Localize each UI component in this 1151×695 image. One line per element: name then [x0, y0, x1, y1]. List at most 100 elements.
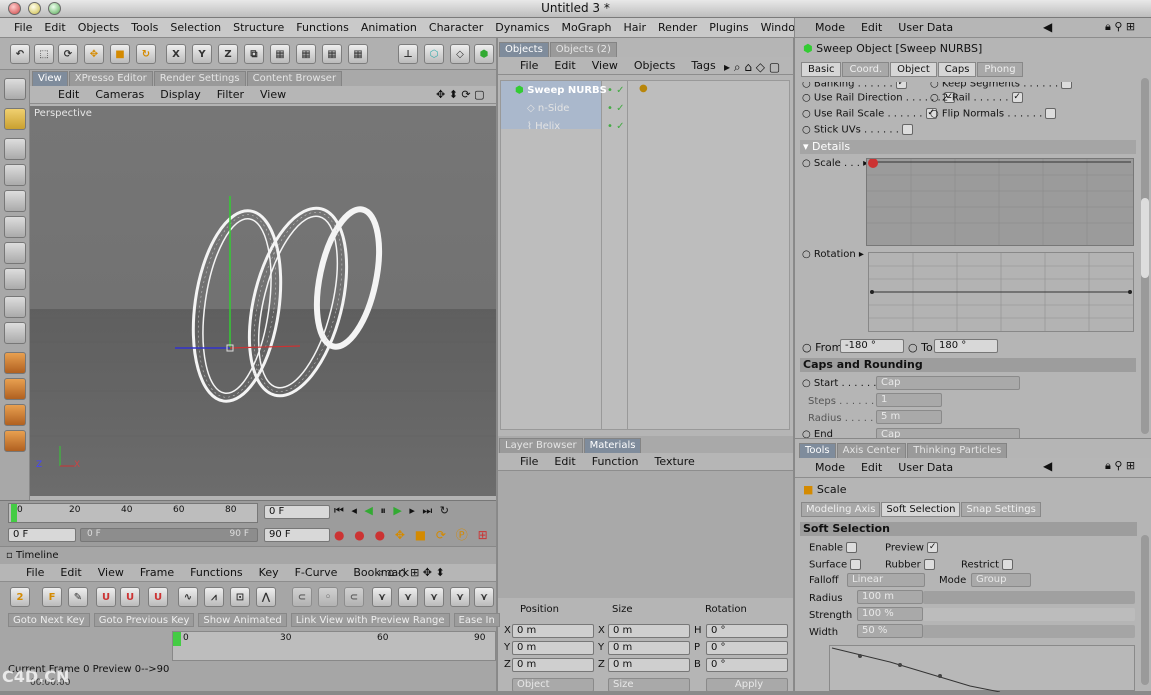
sculpt-icon[interactable]: [4, 430, 26, 452]
record-controls[interactable]: ● ● ● ✥ ■ ⟳ Ⓟ ⊞: [334, 526, 491, 543]
y-axis-icon[interactable]: Y: [192, 44, 212, 64]
menu-item-edit[interactable]: Edit: [853, 21, 890, 34]
end-frame-field[interactable]: 90 F: [264, 528, 330, 542]
move-tool-icon[interactable]: ✥: [84, 44, 104, 64]
tab-objects[interactable]: Objects: [499, 42, 549, 57]
menu-item-user-data[interactable]: User Data: [890, 21, 961, 34]
object-item-nside[interactable]: ◇ n-Side: [527, 103, 569, 114]
menu-item-objects[interactable]: Objects: [626, 59, 684, 72]
coord-field[interactable]: 0 m: [512, 624, 594, 638]
timeline-btn-ease-in[interactable]: Ease In: [453, 613, 500, 627]
check-use-rail-scale[interactable]: ○ Use Rail Scale . . . . . . ✓: [802, 108, 937, 120]
attr-scrollbar[interactable]: [1141, 78, 1149, 434]
checker-small-icon[interactable]: [4, 322, 26, 344]
size-mode-select[interactable]: Size: [608, 678, 690, 692]
menu-item-filter[interactable]: Filter: [209, 88, 252, 101]
layout-icon[interactable]: [4, 242, 26, 264]
timeline-btn-show-animated[interactable]: Show Animated: [198, 613, 287, 627]
menu-item-view[interactable]: View: [584, 59, 626, 72]
key-mode-icon[interactable]: 2: [10, 587, 30, 607]
visibility-icons[interactable]: • ✓: [607, 85, 624, 96]
menu-item-frame[interactable]: Frame: [132, 566, 182, 579]
check-stick-uvs[interactable]: ○ Stick UVs . . . . . .: [802, 124, 914, 136]
menu-item-edit[interactable]: Edit: [50, 88, 87, 101]
current-frame-field[interactable]: 0 F: [264, 505, 330, 519]
mode-select[interactable]: Group: [971, 573, 1031, 587]
apply-button[interactable]: Apply: [706, 678, 788, 692]
checker-icon[interactable]: [4, 296, 26, 318]
use-object-icon[interactable]: [4, 108, 26, 130]
menu-hair[interactable]: Hair: [617, 21, 652, 34]
menu-item-edit[interactable]: Edit: [52, 566, 89, 579]
render-region-icon[interactable]: ▦: [348, 44, 368, 64]
preview-checkbox[interactable]: ✓: [927, 542, 939, 553]
x-axis-icon[interactable]: X: [166, 44, 186, 64]
attr-tab-phong[interactable]: Phong: [977, 62, 1023, 77]
rotate-icon[interactable]: ↻: [136, 44, 156, 64]
menu-character[interactable]: Character: [423, 21, 489, 34]
time-ruler[interactable]: 0 20 40 60 80: [8, 503, 258, 523]
tools-lock-icon[interactable]: 🔒︎ ⚲ ⊞: [1105, 459, 1135, 473]
coord-field[interactable]: 0 m: [512, 658, 594, 672]
menu-item-function[interactable]: Function: [584, 455, 647, 468]
coord-field[interactable]: 0 m: [608, 624, 690, 638]
menu-item-key[interactable]: Key: [251, 566, 287, 579]
viewport-canvas[interactable]: Perspective Z X: [30, 106, 496, 496]
coordinate-mode-select[interactable]: Object: [512, 678, 594, 692]
checkbox[interactable]: ✓: [1011, 92, 1023, 103]
menu-item-functions[interactable]: Functions: [182, 566, 251, 579]
menu-functions[interactable]: Functions: [290, 21, 355, 34]
playback-controls[interactable]: ⏮ ◂ ◀ ⏸ ▶ ▸ ⏭ ↻: [334, 504, 451, 518]
use-model-icon[interactable]: [4, 78, 26, 100]
coord-field[interactable]: 0 °: [706, 624, 788, 638]
surface-checkbox[interactable]: [850, 559, 862, 570]
attr-tab-coord[interactable]: Coord.: [842, 62, 890, 77]
layout-quad-icon[interactable]: [4, 268, 26, 290]
rubber-checkbox[interactable]: [923, 559, 935, 570]
menu-item-file[interactable]: File: [512, 59, 546, 72]
rotation-spline-graph[interactable]: [868, 252, 1134, 332]
tab-render-settings[interactable]: Render Settings: [153, 71, 246, 86]
menu-item-file[interactable]: File: [18, 566, 52, 579]
nurbs-icon[interactable]: ⬢: [474, 44, 494, 64]
tab-xpresso-editor[interactable]: XPresso Editor: [68, 71, 153, 86]
tab-view[interactable]: View: [32, 71, 68, 86]
use-polygons-icon[interactable]: [4, 190, 26, 212]
tab-thinking-particles[interactable]: Thinking Particles: [907, 443, 1008, 458]
live-selection-icon[interactable]: ⬚: [34, 44, 54, 64]
render-view-icon[interactable]: ▦: [270, 44, 290, 64]
preview-range-bar[interactable]: 0 F 90 F: [80, 528, 258, 542]
menu-item-edit[interactable]: Edit: [546, 59, 583, 72]
tab-axis-center[interactable]: Axis Center: [836, 443, 907, 458]
break-tangent-icon[interactable]: ⋎: [372, 587, 392, 607]
menu-mograph[interactable]: MoGraph: [555, 21, 617, 34]
tool-subtab-snap-settings[interactable]: Snap Settings: [961, 502, 1041, 517]
strength-slider[interactable]: [923, 608, 1135, 621]
tab-content-browser[interactable]: Content Browser: [246, 71, 343, 86]
brush-icon[interactable]: [4, 404, 26, 426]
menu-item-edit[interactable]: Edit: [853, 461, 890, 474]
menu-item-view[interactable]: View: [252, 88, 294, 101]
magnet-icon[interactable]: U: [148, 587, 168, 607]
attr-tab-basic[interactable]: Basic: [801, 62, 842, 77]
enable-checkbox[interactable]: [846, 542, 858, 553]
coord-field[interactable]: 0 °: [706, 641, 788, 655]
width-slider[interactable]: [923, 625, 1135, 638]
linear-curve-icon[interactable]: ⩘: [204, 587, 224, 607]
menu-item-display[interactable]: Display: [152, 88, 209, 101]
tab-tools[interactable]: Tools: [799, 443, 836, 458]
timeline-btn-goto-previous-key[interactable]: Goto Previous Key: [93, 613, 195, 627]
check-flip-normals[interactable]: ○ Flip Normals . . . . . .: [930, 108, 1057, 120]
menu-plugins[interactable]: Plugins: [703, 21, 754, 34]
menu-objects[interactable]: Objects: [72, 21, 126, 34]
coord-field[interactable]: 0 m: [608, 658, 690, 672]
tool-subtab-soft-selection[interactable]: Soft Selection: [881, 502, 961, 517]
menu-selection[interactable]: Selection: [164, 21, 227, 34]
tab-objects-2-[interactable]: Objects (2): [549, 42, 617, 57]
menu-dynamics[interactable]: Dynamics: [489, 21, 555, 34]
menu-structure[interactable]: Structure: [227, 21, 290, 34]
objects-toolbar-icons[interactable]: ▸ ⌕ ⌂ ◇ ▢: [724, 60, 780, 75]
snap-icon[interactable]: U: [120, 587, 140, 607]
motion-mode-icon[interactable]: ✎: [68, 587, 88, 607]
ease-curve-icon[interactable]: ⋀: [256, 587, 276, 607]
